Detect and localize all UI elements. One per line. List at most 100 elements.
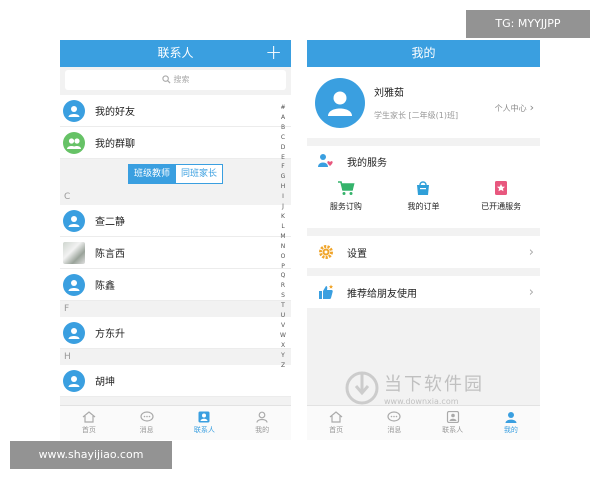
alphabet-letter[interactable]: B <box>281 123 285 133</box>
service-label: 服务订购 <box>329 202 362 211</box>
avatar-icon <box>63 369 85 392</box>
alphabet-letter[interactable]: J <box>282 202 284 212</box>
alphabet-letter[interactable]: # <box>280 103 285 113</box>
list-item-my-friends[interactable]: 我的好友 <box>60 95 291 127</box>
alphabet-letter[interactable]: P <box>281 262 285 272</box>
chevron-right-icon: › <box>528 284 534 300</box>
add-contact-button[interactable]: + <box>265 40 282 65</box>
avatar-icon <box>63 99 85 122</box>
alphabet-letter[interactable]: E <box>281 153 285 163</box>
alphabet-letter[interactable]: I <box>282 192 284 202</box>
contact-type-tabs: 班级教师 同班家长 <box>60 159 291 189</box>
bottom-tabbar: 首页 消息 联系人 我的 <box>60 405 291 440</box>
alphabet-letter[interactable]: A <box>281 113 285 123</box>
list-item-label: 我的群聊 <box>95 139 135 150</box>
settings-row[interactable]: 设置 › <box>307 236 540 268</box>
alphabet-letter[interactable]: Q <box>281 271 286 281</box>
tab-messages[interactable]: 消息 <box>365 406 423 440</box>
service-label: 我的订单 <box>407 202 440 211</box>
contacts-screen: 联系人 + 搜索 我的好友 我的群聊 班级教师 同班家长 C 查二静 陈言西 陈… <box>60 40 291 440</box>
contacts-icon <box>198 411 210 423</box>
alphabet-letter[interactable]: R <box>281 281 285 291</box>
tab-contacts[interactable]: 联系人 <box>176 406 234 440</box>
contacts-icon <box>446 411 459 423</box>
alphabet-letter[interactable]: K <box>281 212 285 222</box>
alphabet-letter[interactable]: Z <box>281 361 285 371</box>
star-badge-icon <box>495 181 508 195</box>
avatar-icon <box>63 321 85 344</box>
recommend-row[interactable]: 推荐给朋友使用 › <box>307 276 540 308</box>
alphabet-letter[interactable]: D <box>281 143 286 153</box>
alphabet-letter[interactable]: H <box>281 182 286 192</box>
list-item-my-groups[interactable]: 我的群聊 <box>60 127 291 159</box>
section-letter: F <box>60 301 291 317</box>
search-input[interactable]: 搜索 <box>65 70 286 90</box>
chat-icon <box>140 411 154 422</box>
tab-label: 我的 <box>255 426 270 434</box>
watermark-logo-text: 当下软件园 <box>384 374 484 395</box>
alphabet-letter[interactable]: M <box>280 232 285 242</box>
gear-icon <box>315 244 337 260</box>
list-item-label: 我的好友 <box>95 107 135 118</box>
tab-me[interactable]: 我的 <box>482 406 540 440</box>
alphabet-letter[interactable]: X <box>281 341 285 351</box>
avatar-photo <box>63 241 85 264</box>
tab-label: 消息 <box>387 426 402 434</box>
watermark-site: www.shayijiao.com <box>10 441 172 469</box>
tab-me[interactable]: 我的 <box>233 406 291 440</box>
alphabet-letter[interactable]: T <box>281 301 285 311</box>
chevron-right-icon: › <box>528 244 534 260</box>
page-title: 联系人 <box>157 46 194 60</box>
activated-services-button[interactable]: 已开通服务 <box>466 180 536 212</box>
page-title: 我的 <box>411 46 436 60</box>
tab-home[interactable]: 首页 <box>307 406 365 440</box>
personal-center-label: 个人中心 <box>494 104 527 113</box>
contact-row[interactable]: 查二静 <box>60 205 291 237</box>
recommend-label: 推荐给朋友使用 <box>347 288 417 300</box>
contact-row[interactable]: 陈鑫 <box>60 269 291 301</box>
service-heart-icon <box>315 153 337 169</box>
contact-name: 陈鑫 <box>95 281 115 292</box>
avatar-icon <box>63 209 85 232</box>
alphabet-letter[interactable]: F <box>281 162 284 172</box>
alphabet-letter[interactable]: G <box>281 172 286 182</box>
my-orders-button[interactable]: 我的订单 <box>388 180 458 212</box>
contact-name: 查二静 <box>95 217 125 228</box>
tab-label: 联系人 <box>193 426 215 434</box>
user-avatar-icon <box>315 77 365 128</box>
settings-label: 设置 <box>347 248 367 260</box>
contact-row[interactable]: 胡坤 <box>60 365 291 397</box>
service-order-button[interactable]: 服务订购 <box>311 180 381 212</box>
tab-classmates-parents[interactable]: 同班家长 <box>176 164 224 184</box>
chat-icon <box>387 411 401 422</box>
personal-center-link[interactable]: 个人中心 › <box>495 101 534 114</box>
tab-contacts[interactable]: 联系人 <box>424 406 482 440</box>
contact-row[interactable]: 陈言西 <box>60 237 291 269</box>
alphabet-letter[interactable]: O <box>281 252 286 262</box>
contact-row[interactable]: 方东升 <box>60 317 291 349</box>
tab-label: 首页 <box>329 426 344 434</box>
alphabet-letter[interactable]: N <box>281 242 286 252</box>
alphabet-letter[interactable]: V <box>281 321 285 331</box>
profile-header: 我的 <box>307 40 540 67</box>
thumbs-up-icon <box>315 284 337 300</box>
tab-label: 联系人 <box>442 426 464 434</box>
watermark-tag: TG: MYYJJPP <box>466 10 590 38</box>
avatar-icon <box>63 273 85 296</box>
alphabet-letter[interactable]: Y <box>281 351 285 361</box>
alphabet-letter[interactable]: L <box>281 222 284 232</box>
alphabet-letter[interactable]: U <box>281 311 285 321</box>
alphabet-letter[interactable]: S <box>281 291 285 301</box>
alphabet-letter[interactable]: W <box>280 331 286 341</box>
tab-class-teachers[interactable]: 班级教师 <box>127 164 176 184</box>
tab-label: 首页 <box>81 426 96 434</box>
alphabet-letter[interactable]: C <box>281 133 285 143</box>
contact-name: 胡坤 <box>95 377 115 388</box>
tab-messages[interactable]: 消息 <box>118 406 176 440</box>
group-avatar-icon <box>63 131 85 154</box>
tab-home[interactable]: 首页 <box>60 406 118 440</box>
user-role: 学生家长 [二年级(1)班] <box>374 111 459 120</box>
bottom-tabbar: 首页 消息 联系人 我的 <box>307 405 540 440</box>
alphabet-index[interactable]: # A B C D E F G H I J K L M N O P Q R S T U V W X Y Z <box>278 103 288 370</box>
profile-card[interactable]: 刘雅茹 学生家长 [二年级(1)班] 个人中心 › <box>307 67 540 138</box>
